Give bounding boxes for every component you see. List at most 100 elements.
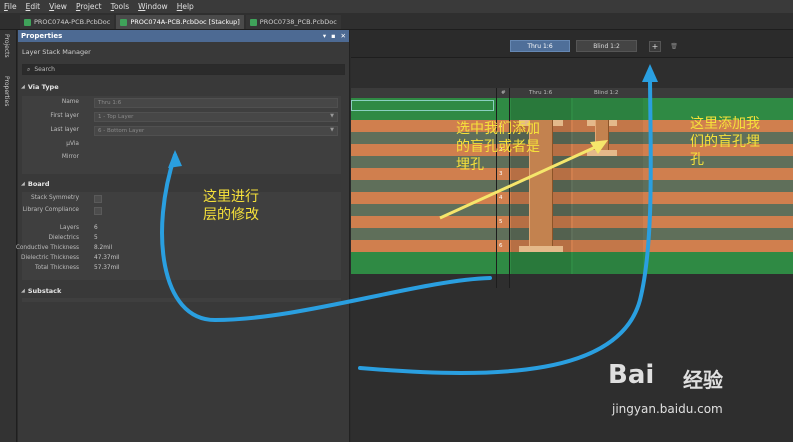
side-panel-strip: Projects Properties [0, 30, 17, 442]
panel-pin-button[interactable]: ▪ [331, 32, 335, 40]
stat-label: Dielectric Thickness [21, 255, 79, 261]
annotation-line: 埋孔 [456, 157, 484, 173]
pcb-doc-icon [24, 18, 31, 26]
pcb-doc-icon [120, 18, 128, 26]
properties-panel: Properties ▾ ▪ ✕ Layer Stack Manager ⌕ S… [16, 30, 350, 442]
via-tab-blind[interactable]: Blind 1:2 [576, 40, 637, 52]
menu-help[interactable]: Help [177, 2, 194, 11]
side-tab-properties[interactable]: Properties [3, 76, 10, 106]
layer-row-copper[interactable]: 4 [351, 192, 793, 204]
pcb-doc-icon [249, 18, 257, 26]
last-layer-label: Last layer [50, 127, 79, 133]
annotation-line: 孔 [690, 152, 704, 168]
annotation-layer-edit: 这里进行 层的修改 [203, 188, 259, 224]
menu-bar: File Edit View Project Tools Window Help [0, 0, 793, 13]
column-separator [509, 88, 510, 288]
layer-row-copper[interactable]: 6 [351, 240, 793, 252]
stat-value: 57.37mil [94, 265, 120, 271]
mirror-label: Mirror [61, 154, 79, 160]
collapse-triangle-icon: ◢ [21, 181, 25, 187]
layer-number: 6 [499, 243, 503, 249]
layer-row-bottom-solder[interactable] [351, 252, 793, 266]
name-value: Thru 1:6 [98, 100, 122, 106]
column-header-num: # [501, 90, 506, 96]
column-header-thru: Thru 1:6 [529, 90, 553, 96]
layer-row-copper[interactable]: 5 [351, 216, 793, 228]
tab-label: PROC074A-PCB.PcbDoc [Stackup] [130, 18, 240, 26]
search-placeholder: Search [34, 66, 55, 73]
annotation-line: 的盲孔或者是 [456, 139, 540, 155]
menu-edit[interactable]: Edit [26, 2, 41, 11]
collapse-triangle-icon: ◢ [21, 288, 25, 294]
first-layer-value: 1 - Top Layer [98, 114, 134, 120]
layer-number: 5 [499, 219, 503, 225]
thru-via-pad [519, 246, 563, 252]
stat-value: 47.37mil [94, 255, 120, 261]
annotation-line: 层的修改 [203, 207, 259, 223]
section-substack[interactable]: ◢ Substack [18, 286, 349, 296]
tab-pcbdoc-1[interactable]: PROC074A-PCB.PcbDoc [20, 15, 115, 29]
column-header-row: # Thru 1:6 Blind 1:2 [351, 88, 793, 98]
tab-label: PROC0738_PCB.PcbDoc [259, 18, 337, 26]
panel-menu-button[interactable]: ▾ [323, 32, 326, 40]
library-compliance-label: Library Compliance [22, 207, 79, 213]
delete-icon[interactable]: 🗑 [668, 41, 680, 52]
last-layer-select[interactable]: 6 - Bottom Layer ▼ [94, 126, 338, 136]
menu-file[interactable]: File [4, 2, 17, 11]
panel-title-bar: Properties ▾ ▪ ✕ [18, 30, 349, 42]
add-via-button[interactable]: + [649, 41, 661, 52]
annotation-line: 这里添加我 [690, 116, 760, 132]
column-separator [496, 88, 497, 288]
first-layer-label: First layer [50, 113, 79, 119]
library-compliance-checkbox[interactable] [94, 207, 102, 215]
panel-subtitle: Layer Stack Manager [22, 48, 91, 56]
layer-row-bottom-overlay[interactable] [351, 266, 793, 274]
watermark-url: jingyan.baidu.com [612, 402, 723, 416]
name-label: Name [61, 99, 79, 105]
baidu-watermark: Bai 经验 jingyan.baidu.com [608, 360, 788, 430]
annotation-add-via: 这里添加我 们的盲孔埋 孔 [690, 115, 790, 169]
menu-window[interactable]: Window [138, 2, 168, 11]
document-tab-bar: PROC074A-PCB.PcbDoc PROC074A-PCB.PcbDoc … [0, 13, 793, 30]
annotation-line: 这里进行 [203, 189, 259, 205]
via-tab-thru[interactable]: Thru 1:6 [510, 40, 570, 52]
layer-number: 4 [499, 195, 503, 201]
stat-value: 8.2mil [94, 245, 113, 251]
section-heading: Substack [27, 287, 62, 295]
first-layer-select[interactable]: 1 - Top Layer ▼ [94, 112, 338, 122]
uvia-label: µVia [66, 141, 79, 147]
search-icon: ⌕ [27, 65, 31, 73]
last-layer-value: 6 - Bottom Layer [98, 128, 145, 134]
section-via-type[interactable]: ◢ Via Type [18, 82, 349, 92]
panel-close-button[interactable]: ✕ [341, 32, 346, 40]
menu-project[interactable]: Project [76, 2, 102, 11]
stack-symmetry-label: Stack Symmetry [31, 195, 79, 201]
layer-row-dielectric[interactable] [351, 180, 793, 192]
section-board[interactable]: ◢ Board [18, 179, 349, 189]
side-tab-projects[interactable]: Projects [3, 34, 10, 58]
menu-view[interactable]: View [49, 2, 67, 11]
blind-via-pad [587, 150, 617, 156]
layer-row-dielectric[interactable] [351, 204, 793, 216]
name-field[interactable]: Thru 1:6 [94, 98, 338, 108]
watermark-sub: 经验 [683, 368, 723, 392]
via-type-body: Name Thru 1:6 First layer 1 - Top Layer ▼ L… [22, 96, 341, 174]
substack-body [22, 298, 341, 302]
panel-title: Properties [21, 32, 63, 40]
selected-layer-highlight [351, 100, 494, 111]
tab-stackup[interactable]: PROC074A-PCB.PcbDoc [Stackup] [116, 15, 244, 29]
stat-value: 5 [94, 235, 98, 241]
section-heading: Via Type [27, 83, 59, 91]
watermark-brand: Bai [608, 360, 655, 390]
stack-symmetry-checkbox[interactable] [94, 195, 102, 203]
tab-pcbdoc-2[interactable]: PROC0738_PCB.PcbDoc [245, 15, 341, 29]
search-input[interactable]: ⌕ Search [22, 64, 345, 75]
annotation-line: 选中我们添加 [456, 121, 540, 137]
chevron-down-icon: ▼ [330, 113, 334, 119]
layer-row-dielectric[interactable] [351, 228, 793, 240]
column-header-blind: Blind 1:2 [594, 90, 619, 96]
stat-label: Layers [59, 225, 79, 231]
chevron-down-icon: ▼ [330, 127, 334, 133]
menu-tools[interactable]: Tools [111, 2, 129, 11]
annotation-line: 们的盲孔埋 [690, 134, 760, 150]
